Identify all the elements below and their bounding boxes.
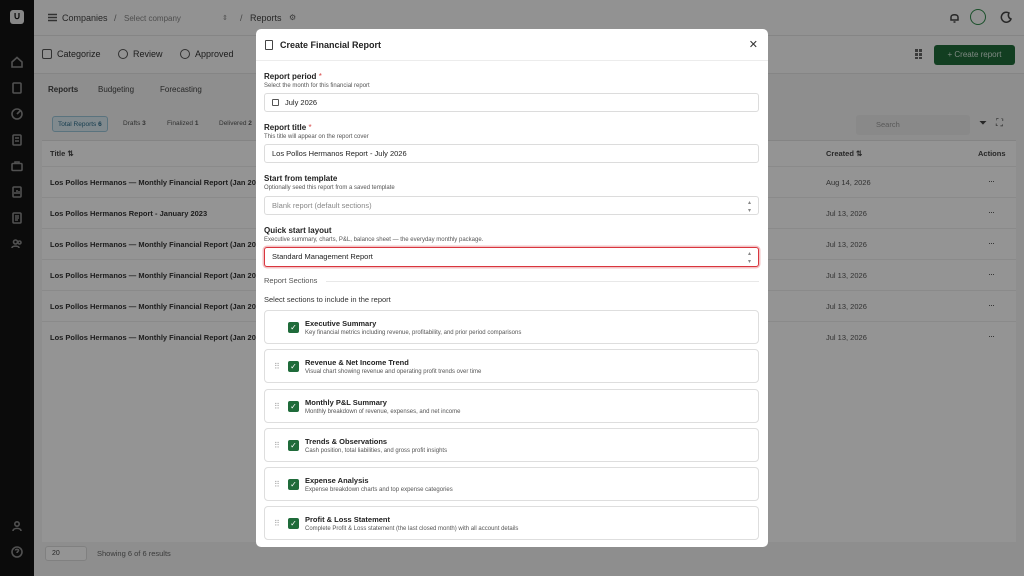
sections-title: Report Sections [264,276,318,285]
period-label-text: Report period [264,72,317,81]
checkbox[interactable]: ✓ [288,322,299,333]
required-mark: * [308,123,312,132]
layout-value: Standard Management Report [272,252,373,261]
drag-handle-icon[interactable]: ⠿ [274,441,280,450]
required-mark: * [318,72,322,81]
section-desc: Cash position, total liabilities, and gr… [305,448,448,454]
template-select[interactable]: Blank report (default sections) ▴ ▾ [264,196,759,215]
document-icon [265,40,273,50]
layout-select[interactable]: Standard Management Report ▴ ▾ [264,247,759,267]
report-period-input[interactable]: July 2026 [264,93,759,112]
chevron-updown-icon: ▴ ▾ [747,251,751,265]
checkbox[interactable]: ✓ [288,440,299,451]
drag-handle-icon[interactable]: ⠿ [274,362,280,371]
calendar-icon [272,99,279,106]
checkbox[interactable]: ✓ [288,479,299,490]
period-hint: Select the month for this financial repo… [264,83,370,89]
create-report-modal: Create Financial Report ✕ Report period … [256,29,768,547]
sections-subtitle: Select sections to include in the report [264,295,391,304]
layout-hint: Executive summary, charts, P&L, balance … [264,237,484,243]
drag-handle-icon[interactable]: ⠿ [274,480,280,489]
checkbox[interactable]: ✓ [288,518,299,529]
drag-handle-icon[interactable]: ⠿ [274,519,280,528]
section-title: Executive Summary [305,319,377,328]
section-card[interactable]: ⠿ ✓ Revenue & Net Income Trend Visual ch… [264,349,759,383]
period-label: Report period * [264,72,322,81]
modal-title: Create Financial Report [280,40,382,50]
chevron-updown-icon: ▴ ▾ [747,200,751,214]
section-title: Profit & Loss Statement [305,515,391,524]
section-desc: Visual chart showing revenue and operati… [305,369,482,375]
drag-handle-icon[interactable]: ⠿ [274,402,280,411]
report-title-input[interactable]: Los Pollos Hermanos Report - July 2026 [264,144,759,163]
layout-label: Quick start layout [264,226,332,235]
report-period-value: July 2026 [285,98,318,107]
section-desc: Key financial metrics including revenue,… [305,330,522,336]
modal-header: Create Financial Report ✕ [256,29,768,61]
section-card[interactable]: ⠿ ✓ Monthly P&L Summary Monthly breakdow… [264,389,759,423]
title-label: Report title * [264,123,312,132]
section-title: Trends & Observations [305,437,388,446]
title-label-text: Report title [264,123,307,132]
section-card[interactable]: ⠿ ✓ Trends & Observations Cash position,… [264,428,759,462]
section-card[interactable]: ✓ Executive Summary Key financial metric… [264,310,759,344]
section-title: Expense Analysis [305,476,369,485]
section-desc: Monthly breakdown of revenue, expenses, … [305,409,461,415]
title-hint: This title will appear on the report cov… [264,134,369,140]
section-title: Revenue & Net Income Trend [305,358,409,367]
checkbox[interactable]: ✓ [288,361,299,372]
checkbox[interactable]: ✓ [288,401,299,412]
close-icon[interactable]: ✕ [749,38,758,51]
section-desc: Complete Profit & Loss statement (the la… [305,526,519,532]
template-hint: Optionally seed this report from a saved… [264,185,395,191]
section-card[interactable]: ⠿ ✓ Expense Analysis Expense breakdown c… [264,467,759,501]
template-value: Blank report (default sections) [272,201,372,210]
section-desc: Expense breakdown charts and top expense… [305,487,453,493]
divider [326,281,759,282]
section-title: Monthly P&L Summary [305,398,387,407]
template-label: Start from template [264,174,338,183]
section-card[interactable]: ⠿ ✓ Profit & Loss Statement Complete Pro… [264,506,759,540]
